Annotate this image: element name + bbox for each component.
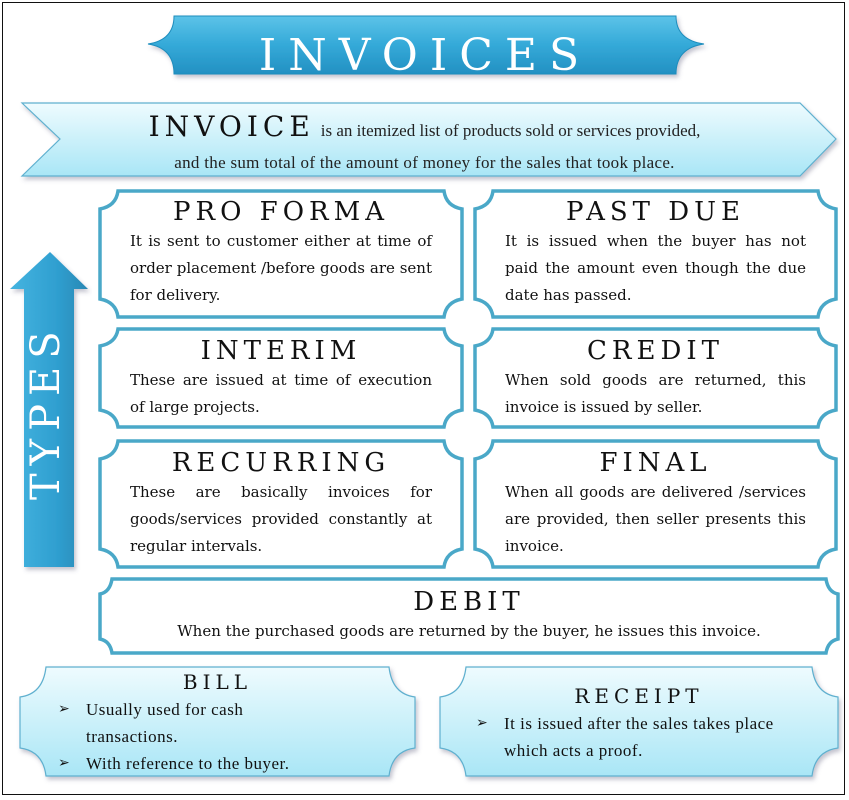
page-title: INVOICES [258,30,592,81]
bill-card: BILL ➢ Usually used for cash transactions… [20,668,415,777]
receipt-list: ➢ It is issued after the sales takes plac… [440,710,838,764]
card-pro-forma: PRO FORMA It is sent to customer either … [100,196,462,309]
card-title: FINAL [599,448,712,478]
card-description: When the purchased goods are returned by… [177,622,761,640]
definition-text-1: is an itemized list of products sold or … [320,121,701,140]
definition: INVOICE is an itemized list of products s… [0,110,849,178]
card-title: PRO FORMA [173,197,389,227]
card-description: It is sent to customer either at time of… [130,232,432,304]
card-title: RECURRING [171,448,391,478]
card-past-due: PAST DUE It is issued when the buyer has… [475,196,836,309]
card-recurring: RECURRING These are basically invoices f… [100,447,462,560]
list-item: ➢ With reference to the buyer. [58,750,415,777]
bill-list: ➢ Usually used for cash transactions. ➢ Wi… [20,696,415,777]
arrow-bullet-icon: ➢ [58,756,71,771]
card-interim: INTERIM These are issued at time of exec… [100,335,462,421]
card-title: PAST DUE [565,197,746,227]
definition-line-2: and the sum total of the amount of money… [174,153,675,172]
card-title: DEBIT [413,587,525,617]
card-debit: DEBIT When the purchased goods are retur… [100,586,838,645]
card-description: It is issued when the buyer has not paid… [505,232,806,304]
card-description: These are issued at time of execution of… [130,371,432,416]
card-final: FINAL When all goods are delivered /serv… [475,447,836,560]
arrow-bullet-icon: ➢ [476,716,489,731]
card-title: INTERIM [200,336,362,366]
bullet-text: Usually used for cash transactions. [86,700,244,746]
bullet-text: With reference to the buyer. [86,754,290,773]
definition-term: INVOICE [148,110,315,143]
card-description: These are basically invoices for goods/s… [130,483,432,555]
list-item: ➢ It is issued after the sales takes plac… [476,710,798,764]
card-description: When all goods are delivered /services a… [505,483,806,555]
arrow-bullet-icon: ➢ [58,702,71,717]
receipt-title: RECEIPT [574,684,704,708]
bill-title: BILL [182,670,253,694]
card-title: CREDIT [587,336,724,366]
list-item: ➢ Usually used for cash transactions. [58,696,415,750]
bullet-text: It is issued after the sales takes place… [504,714,774,760]
card-credit: CREDIT When sold goods are returned, thi… [475,335,836,421]
types-label: TYPES [23,323,69,500]
card-description: When sold goods are returned, this invoi… [505,371,806,416]
receipt-card: RECEIPT ➢ It is issued after the sales ta… [440,682,838,764]
definition-line-1: INVOICE is an itemized list of products s… [0,110,849,148]
